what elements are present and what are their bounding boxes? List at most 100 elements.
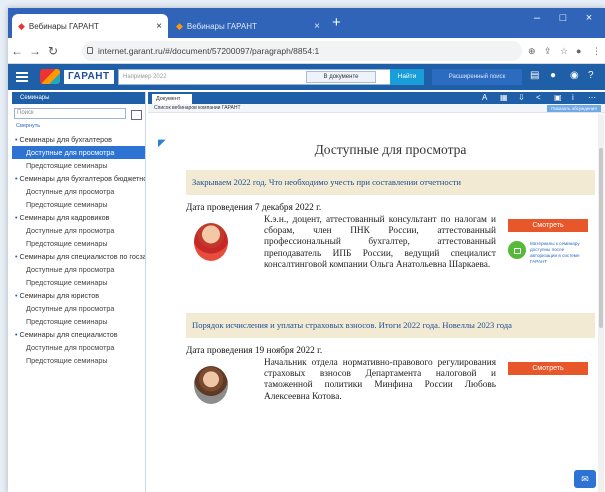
bullet-icon: • <box>15 135 18 144</box>
browser-window: ◆ Вебинары ГАРАНТ × ◆ Вебинары ГАРАНТ × … <box>8 8 605 492</box>
speaker-photo <box>194 223 228 261</box>
bookmark-star-icon[interactable]: ☆ <box>560 46 568 57</box>
more-icon[interactable]: ⋯ <box>588 93 596 102</box>
close-window-button[interactable]: × <box>576 12 602 24</box>
tab-close-icon[interactable]: × <box>314 21 320 32</box>
materials-download[interactable]: Материалы к семинару доступны после авто… <box>508 239 594 269</box>
tab-close-icon[interactable]: × <box>156 21 162 32</box>
speaker-description: К.э.н., доцент, аттестованный консультан… <box>264 215 496 270</box>
url-text: internet.garant.ru/#/document/57200097/p… <box>98 46 320 56</box>
garant-logo[interactable]: ГАРАНТ <box>64 70 114 84</box>
tree-group-label: Семинары для специалистов по госзакупкам <box>19 252 145 261</box>
left-panel-search-button[interactable] <box>131 110 142 120</box>
share-icon[interactable]: ⇪ <box>544 46 552 57</box>
bullet-icon: • <box>15 213 18 222</box>
tree-group-label: Семинары для юристов <box>19 291 100 300</box>
tree-group-label: Семинары для кадровиков <box>19 213 110 222</box>
tree-item[interactable]: Предстоящие семинары <box>12 198 145 211</box>
tree-group-label: Семинары для специалистов <box>19 330 118 339</box>
zoom-icon[interactable]: ⊕ <box>528 46 536 57</box>
tree-group[interactable]: • Семинары для бухгалтеров <box>12 133 145 146</box>
url-field[interactable]: internet.garant.ru/#/document/57200097/p… <box>82 41 522 61</box>
lock-icon <box>87 47 93 54</box>
print-icon[interactable]: ▦ <box>500 93 508 102</box>
back-icon[interactable]: ← <box>8 44 26 58</box>
menu-dots-icon[interactable]: ⋮ <box>592 46 601 57</box>
page-title: Доступные для просмотра <box>314 142 467 157</box>
tree-group[interactable]: • Семинары для бухгалтеров бюджетной сфе… <box>12 172 145 185</box>
tree-item[interactable]: Доступные для просмотра <box>12 185 145 198</box>
document-tab[interactable]: Документ <box>152 94 192 104</box>
tree-item[interactable]: Доступные для просмотра <box>12 302 145 315</box>
tree-group[interactable]: • Семинары для юристов <box>12 289 145 302</box>
tree-item[interactable]: Доступные для просмотра <box>12 224 145 237</box>
left-panel-title: Семинары <box>12 92 145 104</box>
tree-group[interactable]: • Семинары для специалистов <box>12 328 145 341</box>
lock-download-icon <box>508 241 526 259</box>
maximize-button[interactable]: □ <box>550 12 576 24</box>
seminar-date: Дата проведения 19 ноября 2022 г. <box>186 346 323 356</box>
search-scope-select[interactable]: В документе <box>306 71 376 83</box>
new-tab-button[interactable]: + <box>332 14 341 32</box>
speaker-description: Начальник отдела нормативно-правового ре… <box>264 358 496 402</box>
materials-note: Материалы к семинару доступны после авто… <box>530 241 580 264</box>
speaker-photo <box>194 366 228 404</box>
help-icon[interactable]: ? <box>588 70 594 81</box>
tab-title: Вебинары ГАРАНТ <box>28 21 99 31</box>
export-icon[interactable]: ⇩ <box>518 93 525 102</box>
reload-icon[interactable]: ↻ <box>44 44 62 58</box>
bullet-icon: • <box>15 330 18 339</box>
watch-button[interactable]: Смотреть <box>508 362 588 375</box>
tree-group-label: Семинары для бухгалтеров <box>19 135 112 144</box>
tree-group[interactable]: • Семинары для кадровиков <box>12 211 145 224</box>
tree-group-label: Семинары для бухгалтеров бюджетной сферы <box>19 174 145 183</box>
forward-icon[interactable]: → <box>26 44 44 58</box>
save-icon[interactable]: ▣ <box>554 93 562 102</box>
user-icon[interactable]: ● <box>550 70 556 81</box>
collapse-all-link[interactable]: Свернуть <box>12 119 145 133</box>
profile-icon[interactable]: ● <box>576 46 581 56</box>
address-bar: ← → ↻ internet.garant.ru/#/document/5720… <box>8 38 605 64</box>
seminar-topic[interactable]: Порядок исчисления и уплаты страховых вз… <box>186 313 595 338</box>
discussions-button[interactable]: Показать обсуждения <box>547 105 601 112</box>
tree-item[interactable]: Предстоящие семинары <box>12 237 145 250</box>
garant-toolbar: ГАРАНТ Например 2022 В документе Найти Р… <box>8 64 605 90</box>
tree-item[interactable]: Предстоящие семинары <box>12 354 145 367</box>
expand-marker-icon[interactable]: ◤ <box>158 138 166 149</box>
left-panel-search-input[interactable]: Поиск <box>14 108 126 119</box>
tree-item[interactable]: Предстоящие семинары <box>12 276 145 289</box>
seminar-topic[interactable]: Закрываем 2022 год. Что необходимо учест… <box>186 170 595 195</box>
bullet-icon: • <box>15 291 18 300</box>
tab-strip: ◆ Вебинары ГАРАНТ × ◆ Вебинары ГАРАНТ × … <box>8 8 605 38</box>
tree-item[interactable]: Доступные для просмотра <box>12 341 145 354</box>
bullet-icon: • <box>15 252 18 261</box>
hamburger-menu-icon[interactable] <box>16 72 28 84</box>
browser-tab[interactable]: ◆ Вебинары ГАРАНТ × <box>170 14 326 38</box>
tree-item[interactable]: Доступные для просмотра <box>12 263 145 276</box>
tree-item[interactable]: Предстоящие семинары <box>12 315 145 328</box>
tree-item[interactable]: Предстоящие семинары <box>12 159 145 172</box>
extended-search-button[interactable]: Расширенный поиск <box>432 69 522 85</box>
document-toolbar: Документ A ▦ ⇩ < ▣ i ⋯ <box>148 92 605 104</box>
garant-logo-icon <box>40 69 60 84</box>
tab-title: Вебинары ГАРАНТ <box>186 21 257 31</box>
chart-icon[interactable]: ▤ <box>530 70 539 81</box>
favicon-icon: ◆ <box>18 20 25 31</box>
find-button[interactable]: Найти <box>390 69 424 85</box>
tree-item-selected[interactable]: Доступные для просмотра <box>12 146 145 159</box>
text-size-icon[interactable]: A <box>482 93 487 102</box>
share-doc-icon[interactable]: < <box>536 93 541 102</box>
tree-group[interactable]: • Семинары для специалистов по госзакупк… <box>12 250 145 263</box>
document-content: Доступные для просмотра Закрываем 2022 г… <box>186 136 595 450</box>
notifications-icon[interactable]: ◉ <box>570 70 579 81</box>
chat-icon[interactable]: ✉ <box>574 470 596 488</box>
left-panel: Семинары Поиск Свернуть • Семинары для б… <box>12 92 146 492</box>
breadcrumb: Список вебинаров компании ГАРАНТ <box>148 104 605 113</box>
minimize-button[interactable]: – <box>524 12 550 24</box>
watch-button[interactable]: Смотреть <box>508 219 588 232</box>
favicon-icon: ◆ <box>176 20 183 31</box>
browser-tab-active[interactable]: ◆ Вебинары ГАРАНТ × <box>12 14 168 38</box>
bullet-icon: • <box>15 174 18 183</box>
scrollbar-thumb[interactable] <box>599 148 603 328</box>
info-icon[interactable]: i <box>572 93 574 102</box>
